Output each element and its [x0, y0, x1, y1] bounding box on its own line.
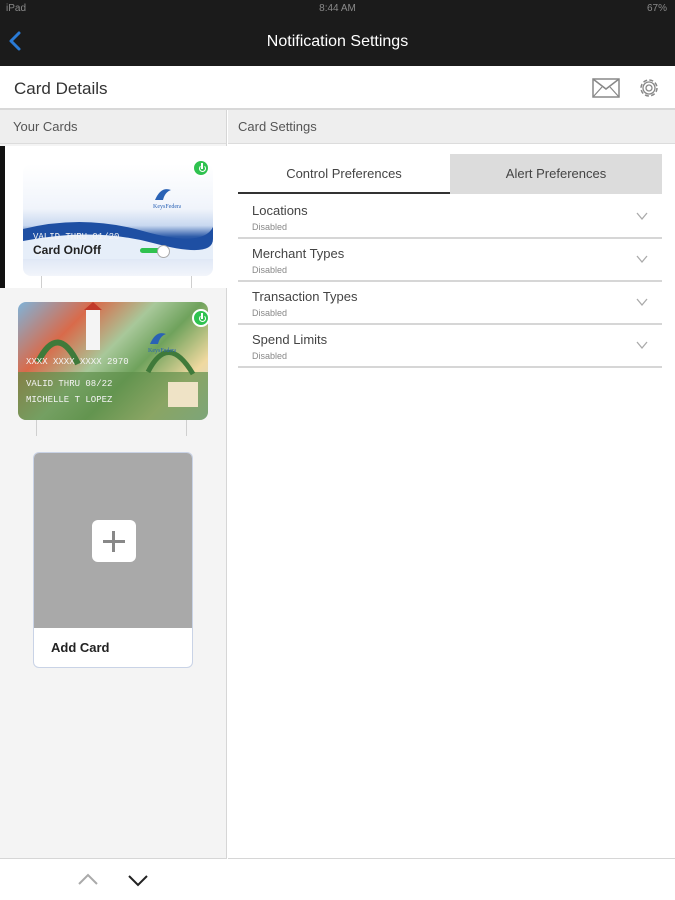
debit-card-image: KeysFederal VALID THRU 01/20 TE — [23, 164, 213, 276]
setting-status: Disabled — [252, 351, 288, 361]
status-bar: iPad 8:44 AM 67% — [0, 0, 675, 18]
svg-text:KeysFederal: KeysFederal — [148, 348, 176, 354]
setting-name: Transaction Types — [252, 289, 358, 304]
gear-icon[interactable] — [637, 76, 661, 100]
card-settings-panel: Card Settings Control Preferences Alert … — [228, 110, 675, 900]
tab-control-preferences[interactable]: Control Preferences — [238, 154, 450, 194]
chevron-down-icon — [636, 255, 648, 264]
card-number: XXXX XXXX XXXX 2970 — [26, 357, 129, 367]
svg-text:KeysFederal: KeysFederal — [153, 204, 181, 210]
chevron-up-icon[interactable] — [76, 871, 100, 887]
card-settings-heading: Card Settings — [228, 110, 675, 144]
navigation-bar: Notification Settings — [0, 18, 675, 66]
card-hanger-line — [36, 420, 37, 436]
credit-card-image[interactable]: KeysFederal XXXX XXXX XXXX 2970 VALID TH… — [18, 302, 208, 420]
setting-row-transaction-types[interactable]: Transaction Types Disabled — [238, 282, 662, 325]
setting-name: Locations — [252, 203, 308, 218]
tab-alert-preferences[interactable]: Alert Preferences — [450, 154, 662, 194]
add-card-button[interactable]: Add Card — [33, 452, 193, 668]
card-onoff-toggle[interactable] — [140, 245, 172, 258]
card-item-selected[interactable]: KeysFederal VALID THRU 01/20 TE Card On/… — [0, 146, 227, 288]
plus-icon — [92, 520, 136, 562]
add-card-label: Add Card — [51, 640, 110, 655]
page-title: Notification Settings — [266, 33, 409, 50]
keys-federal-logo: KeysFederal — [148, 333, 176, 354]
setting-status: Disabled — [252, 308, 288, 318]
your-cards-heading: Your Cards — [0, 110, 226, 144]
status-time: 8:44 AM — [319, 3, 356, 14]
card-valid-thru: VALID THRU 01/20 — [33, 232, 120, 242]
setting-status: Disabled — [252, 265, 288, 275]
card-power-icon[interactable] — [192, 159, 210, 177]
mail-icon[interactable] — [592, 78, 620, 98]
chevron-down-icon — [636, 212, 648, 221]
chevron-down-icon[interactable] — [126, 873, 150, 889]
card-hanger-line — [186, 420, 187, 436]
setting-status: Disabled — [252, 222, 288, 232]
toggle-knob — [157, 245, 170, 258]
chevron-down-icon — [636, 298, 648, 307]
your-cards-panel: Your Cards KeysFederal VALID THRU 01/20 … — [0, 110, 227, 900]
card-valid-thru: VALID THRU 08/22 — [26, 379, 113, 389]
card-holder-name: MICHELLE T LOPEZ — [26, 395, 113, 405]
chevron-down-icon — [636, 341, 648, 350]
card-details-header: Card Details — [0, 66, 675, 110]
preferences-tabs: Control Preferences Alert Preferences — [238, 154, 662, 194]
card-power-icon[interactable] — [192, 309, 210, 327]
setting-row-merchant-types[interactable]: Merchant Types Disabled — [238, 239, 662, 282]
setting-name: Merchant Types — [252, 246, 345, 261]
battery-level: 67% — [646, 3, 667, 14]
setting-row-locations[interactable]: Locations Disabled — [238, 196, 662, 239]
settings-footer — [228, 858, 675, 900]
setting-row-spend-limits[interactable]: Spend Limits Disabled — [238, 325, 662, 368]
section-title: Card Details — [14, 79, 108, 98]
keys-federal-logo: KeysFederal — [153, 189, 181, 210]
card-onoff-label: Card On/Off — [33, 243, 101, 257]
setting-name: Spend Limits — [252, 332, 328, 347]
card-scroll-controls — [0, 858, 227, 900]
